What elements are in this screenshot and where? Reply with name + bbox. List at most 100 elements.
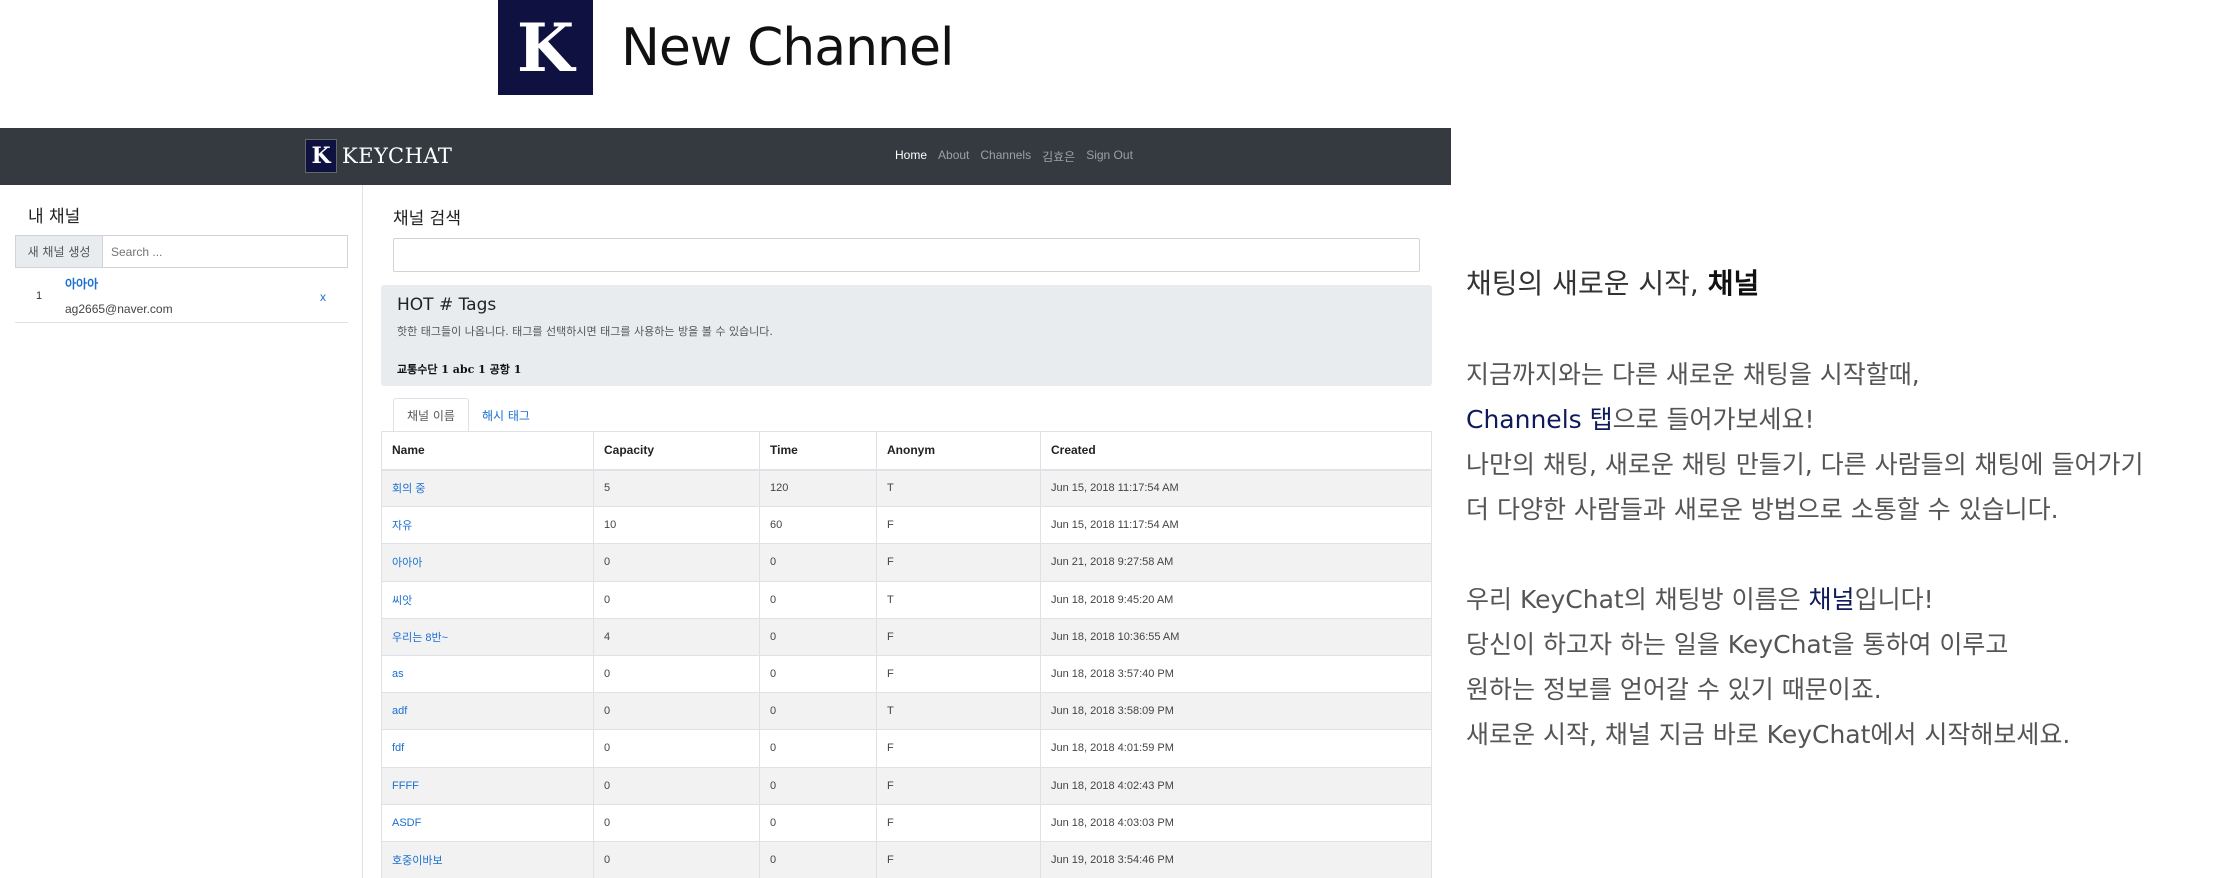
cell-name[interactable]: as bbox=[381, 654, 594, 693]
cell-name[interactable]: 우리는 8반~ bbox=[381, 617, 594, 656]
app-screenshot: K KEYCHAT Home About Channels 김효은 Sign O… bbox=[0, 128, 1451, 878]
cell-anonym: T bbox=[876, 580, 1041, 619]
cell-created: Jun 21, 2018 9:27:58 AM bbox=[1040, 543, 1432, 582]
cell-capacity: 0 bbox=[593, 543, 760, 582]
table-row: 우리는 8반~ 4 0 F Jun 18, 2018 10:36:55 AM bbox=[381, 617, 1432, 656]
cell-time: 120 bbox=[759, 468, 877, 507]
new-channel-button[interactable]: 새 채널 생성 bbox=[16, 236, 103, 267]
description-highlight: Channels 탭 bbox=[1466, 405, 1613, 434]
cell-capacity: 0 bbox=[593, 654, 760, 693]
cell-name[interactable]: 회의 중 bbox=[381, 468, 594, 507]
my-channel-item[interactable]: 1 아아아 ag2665@naver.com x bbox=[15, 273, 348, 323]
nav-about[interactable]: About bbox=[938, 148, 969, 165]
table-row: ASDF 0 0 F Jun 18, 2018 4:03:03 PM bbox=[381, 803, 1432, 842]
table-row: as 0 0 F Jun 18, 2018 3:57:40 PM bbox=[381, 654, 1432, 693]
cell-name[interactable]: FFFF bbox=[381, 766, 594, 805]
cell-time: 0 bbox=[759, 543, 877, 582]
table-row: 회의 중 5 120 T Jun 15, 2018 11:17:54 AM bbox=[381, 468, 1432, 507]
channel-search-title: 채널 검색 bbox=[393, 209, 461, 229]
column-header-name[interactable]: Name bbox=[381, 431, 594, 471]
sidebar-search-input[interactable] bbox=[103, 236, 347, 267]
cell-created: Jun 18, 2018 3:58:09 PM bbox=[1040, 692, 1432, 730]
description-line: 지금까지와는 다른 새로운 채팅을 시작할때, bbox=[1466, 360, 1920, 389]
description-line: 나만의 채팅, 새로운 채팅 만들기, 다른 사람들의 채팅에 들어가기 bbox=[1466, 450, 2144, 479]
cell-capacity: 0 bbox=[593, 803, 760, 842]
table-header-row: Name Capacity Time Anonym Created bbox=[381, 431, 1432, 471]
cell-time: 0 bbox=[759, 803, 877, 842]
cell-created: Jun 18, 2018 4:01:59 PM bbox=[1040, 729, 1432, 767]
description-line: 우리 KeyChat의 채팅방 이름은 채널입니다! bbox=[1466, 580, 1934, 616]
cell-time: 0 bbox=[759, 654, 877, 693]
channel-number: 1 bbox=[36, 290, 43, 302]
nav-sign-out[interactable]: Sign Out bbox=[1086, 148, 1133, 165]
description-text: 입니다! bbox=[1854, 585, 1934, 614]
tab-channel-name[interactable]: 채널 이름 bbox=[393, 398, 469, 432]
description-line: Channels 탭으로 들어가보세요! bbox=[1466, 400, 1815, 436]
description-heading-text: 채팅의 새로운 시작, bbox=[1466, 267, 1708, 300]
nav-channels[interactable]: Channels bbox=[980, 148, 1031, 165]
cell-name[interactable]: 자유 bbox=[381, 506, 594, 544]
page-title: New Channel bbox=[621, 17, 954, 78]
tab-hash-tag[interactable]: 해시 태그 bbox=[469, 398, 543, 432]
description-heading-bold: 채널 bbox=[1707, 267, 1760, 300]
keychat-logo: K bbox=[498, 0, 593, 95]
column-header-time[interactable]: Time bbox=[759, 431, 877, 471]
cell-name[interactable]: ASDF bbox=[381, 803, 594, 842]
cell-anonym: F bbox=[876, 543, 1041, 582]
remove-channel-button[interactable]: x bbox=[320, 290, 326, 304]
column-header-anonym[interactable]: Anonym bbox=[876, 431, 1041, 471]
description-line: 새로운 시작, 채널 지금 바로 KeyChat에서 시작해보세요. bbox=[1466, 720, 2071, 749]
channel-name-link[interactable]: 아아아 bbox=[65, 275, 98, 292]
cell-time: 60 bbox=[759, 506, 877, 544]
hot-tags-description: 핫한 태그들이 나옵니다. 태그를 선택하시면 태그를 사용하는 방을 볼 수 … bbox=[397, 325, 773, 338]
cell-anonym: F bbox=[876, 729, 1041, 767]
cell-created: Jun 18, 2018 9:45:20 AM bbox=[1040, 580, 1432, 619]
hot-tags-panel: HOT # Tags 핫한 태그들이 나옵니다. 태그를 선택하시면 태그를 사… bbox=[381, 285, 1432, 386]
cell-anonym: F bbox=[876, 617, 1041, 656]
cell-name[interactable]: adf bbox=[381, 692, 594, 730]
cell-created: Jun 18, 2018 10:36:55 AM bbox=[1040, 617, 1432, 656]
channel-tabs: 채널 이름 해시 태그 bbox=[393, 398, 543, 432]
table-row: 씨앗 0 0 T Jun 18, 2018 9:45:20 AM bbox=[381, 580, 1432, 619]
description-highlight: 채널 bbox=[1808, 585, 1855, 614]
cell-name[interactable]: 호중이바보 bbox=[381, 840, 594, 878]
sidebar: 내 채널 새 채널 생성 1 아아아 ag2665@naver.com x bbox=[0, 185, 363, 878]
cell-created: Jun 18, 2018 4:02:43 PM bbox=[1040, 766, 1432, 805]
cell-time: 0 bbox=[759, 729, 877, 767]
description-line: 원하는 정보를 얻어갈 수 있기 때문이죠. bbox=[1466, 675, 1882, 704]
channel-search-input[interactable] bbox=[393, 238, 1420, 272]
cell-anonym: T bbox=[876, 692, 1041, 730]
cell-created: Jun 18, 2018 3:57:40 PM bbox=[1040, 654, 1432, 693]
cell-time: 0 bbox=[759, 580, 877, 619]
cell-anonym: F bbox=[876, 506, 1041, 544]
channel-owner-email: ag2665@naver.com bbox=[65, 302, 173, 316]
cell-name[interactable]: fdf bbox=[381, 729, 594, 767]
hot-tags-list[interactable]: 교통수단 1 abc 1 공항 1 bbox=[397, 361, 521, 377]
column-header-capacity[interactable]: Capacity bbox=[593, 431, 760, 471]
cell-capacity: 10 bbox=[593, 506, 760, 544]
cell-time: 0 bbox=[759, 617, 877, 656]
hot-tags-title: HOT # Tags bbox=[397, 295, 497, 315]
description-text: 으로 들어가보세요! bbox=[1612, 405, 1815, 434]
cell-capacity: 0 bbox=[593, 766, 760, 805]
cell-name[interactable]: 아아아 bbox=[381, 543, 594, 582]
cell-capacity: 0 bbox=[593, 729, 760, 767]
navbar-brand[interactable]: K KEYCHAT bbox=[305, 139, 452, 173]
cell-capacity: 5 bbox=[593, 468, 760, 507]
description-line: 더 다양한 사람들과 새로운 방법으로 소통할 수 있습니다. bbox=[1466, 495, 2059, 524]
description-text: 우리 KeyChat의 채팅방 이름은 bbox=[1466, 585, 1809, 614]
nav-user[interactable]: 김효은 bbox=[1042, 148, 1075, 165]
cell-created: Jun 19, 2018 3:54:46 PM bbox=[1040, 840, 1432, 878]
cell-time: 0 bbox=[759, 840, 877, 878]
cell-time: 0 bbox=[759, 692, 877, 730]
table-row: 아아아 0 0 F Jun 21, 2018 9:27:58 AM bbox=[381, 543, 1432, 582]
navbar: K KEYCHAT Home About Channels 김효은 Sign O… bbox=[0, 128, 1451, 185]
cell-created: Jun 15, 2018 11:17:54 AM bbox=[1040, 468, 1432, 507]
column-header-created[interactable]: Created bbox=[1040, 431, 1432, 471]
brand-logo-icon: K bbox=[305, 139, 337, 173]
cell-name[interactable]: 씨앗 bbox=[381, 580, 594, 619]
cell-anonym: F bbox=[876, 803, 1041, 842]
page-banner: K New Channel bbox=[498, 0, 954, 95]
nav-home[interactable]: Home bbox=[895, 148, 927, 165]
table-row: 호중이바보 0 0 F Jun 19, 2018 3:54:46 PM bbox=[381, 840, 1432, 878]
